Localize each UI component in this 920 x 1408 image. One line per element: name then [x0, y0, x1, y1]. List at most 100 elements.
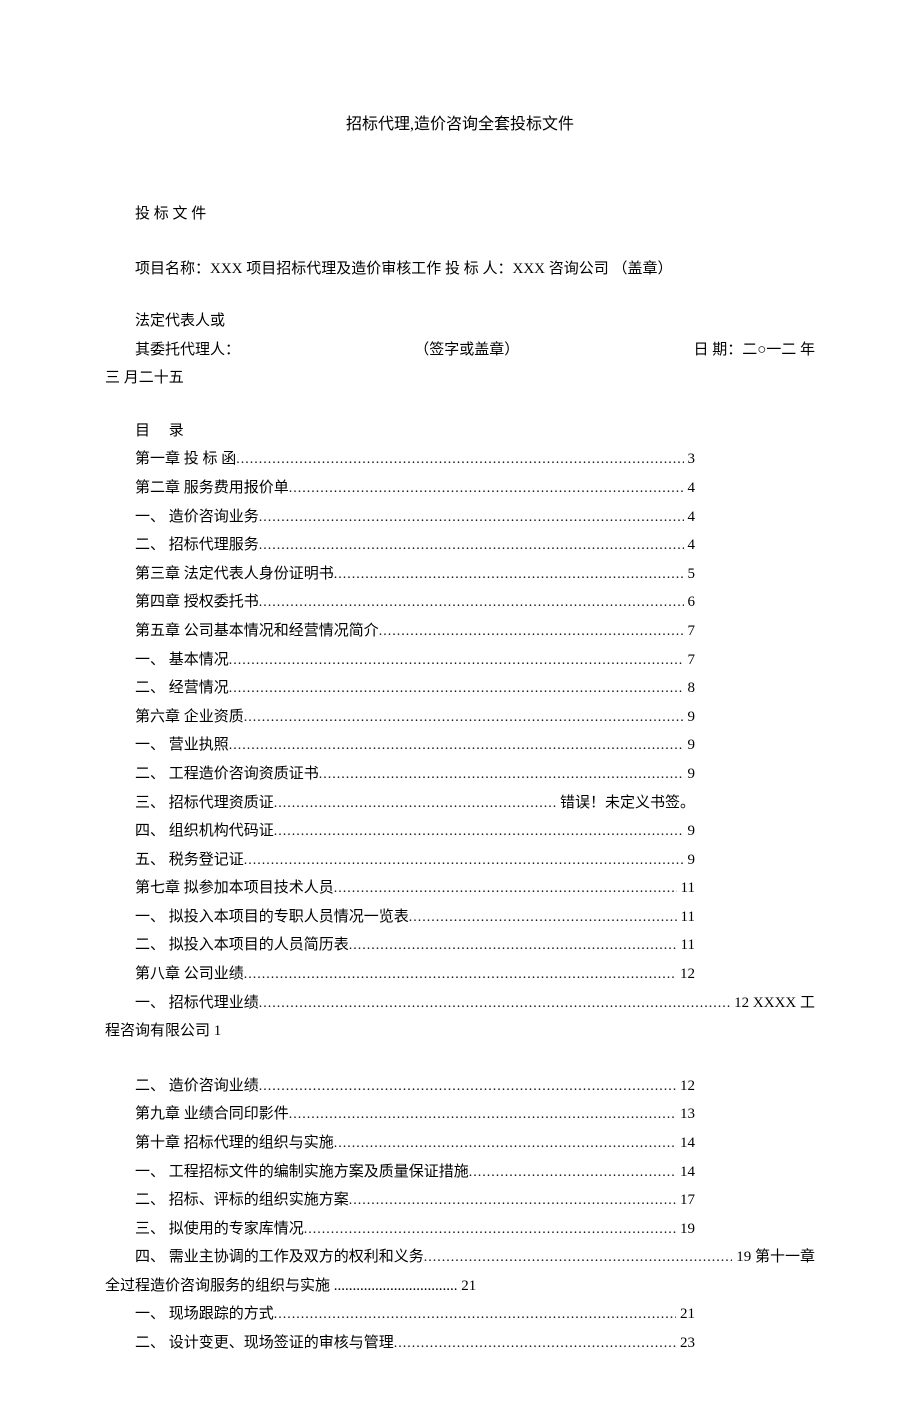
toc-label: 二、 招标代理服务 — [135, 531, 259, 560]
toc-entry: 五、 税务登记证 9 — [105, 846, 815, 875]
toc-line: 二、 招标代理服务 4 — [105, 531, 695, 560]
toc-entry: 第十章 招标代理的组织与实施 14 — [105, 1129, 815, 1158]
toc-leader-dots — [334, 1131, 676, 1158]
toc-leader-dots — [334, 876, 677, 903]
toc-leader-dots — [289, 476, 684, 503]
toc-entry: 第一章 投 标 函 3 — [105, 445, 815, 474]
toc-label: 第二章 服务费用报价单 — [135, 474, 289, 503]
toc-label: 第三章 法定代表人身份证明书 — [135, 560, 334, 589]
toc-page-number: 4 — [684, 503, 696, 532]
toc-page-number: 9 — [684, 846, 696, 875]
toc-leader-dots — [349, 1188, 676, 1215]
toc-entry: 第九章 业绩合同印影件 13 — [105, 1100, 815, 1129]
toc-leader-dots — [244, 848, 684, 875]
toc-line: 第三章 法定代表人身份证明书 5 — [105, 560, 695, 589]
toc-label: 五、 税务登记证 — [135, 846, 244, 875]
toc-leader-dots — [409, 905, 677, 932]
toc-label: 二、 工程造价咨询资质证书 — [135, 760, 319, 789]
toc-page-number: 11 — [677, 874, 695, 903]
toc-leader-dots — [394, 1331, 676, 1358]
toc-line: 一、 营业执照 9 — [105, 731, 695, 760]
toc-leader-dots — [259, 590, 684, 617]
toc-label: 第九章 业绩合同印影件 — [135, 1100, 289, 1129]
toc-page-number: 9 — [684, 703, 696, 732]
toc-page-number: 12 — [676, 960, 695, 989]
toc-leader-dots — [259, 505, 684, 532]
toc-entry: 第五章 公司基本情况和经营情况简介 7 — [105, 617, 815, 646]
toc-line: 第七章 拟参加本项目技术人员 11 — [105, 874, 695, 903]
toc-label: 第一章 投 标 函 — [135, 445, 236, 474]
toc-page-number: 19 — [676, 1215, 695, 1244]
toc-page-number: 5 — [684, 560, 696, 589]
toc-entry: 二、 设计变更、现场签证的审核与管理 23 — [105, 1329, 815, 1358]
legal-rep-line1: 法定代表人或 — [105, 307, 815, 336]
toc-leader-dots — [289, 1102, 676, 1129]
toc-leader-dots — [274, 819, 684, 846]
toc-line: 一、 工程招标文件的编制实施方案及质量保证措施 14 — [105, 1158, 695, 1187]
toc-line: 一、 造价咨询业务 4 — [105, 503, 695, 532]
toc-line: 二、 经营情况 8 — [105, 674, 695, 703]
toc-entry: 二、 造价咨询业绩 12 — [105, 1072, 815, 1101]
toc-line: 一、 招标代理业绩 12 XXXX 工 — [105, 989, 815, 1018]
toc-label: 第七章 拟参加本项目技术人员 — [135, 874, 334, 903]
toc-page-number: 9 — [684, 817, 696, 846]
toc-page-number: 9 — [684, 760, 696, 789]
toc-line: 第四章 授权委托书 6 — [105, 588, 695, 617]
toc-label: 一、 拟投入本项目的专职人员情况一览表 — [135, 903, 409, 932]
toc-line: 三、 拟使用的专家库情况 19 — [105, 1215, 695, 1244]
toc-label: 三、 拟使用的专家库情况 — [135, 1215, 304, 1244]
toc-label: 二、 招标、评标的组织实施方案 — [135, 1186, 349, 1215]
toc-line: 四、 需业主协调的工作及双方的权利和义务 19 第十一章 — [105, 1243, 815, 1272]
toc-line: 第八章 公司业绩 12 — [105, 960, 695, 989]
toc-leader-dots — [229, 648, 684, 675]
toc-page-number: 21 — [676, 1300, 695, 1329]
toc-line: 第一章 投 标 函 3 — [105, 445, 695, 474]
toc-leader-dots — [469, 1160, 676, 1187]
toc-leader-dots — [229, 733, 684, 760]
toc-entry: 四、 组织机构代码证 9 — [105, 817, 815, 846]
toc-entry: 一、 营业执照 9 — [105, 731, 815, 760]
toc-page-number: 9 — [684, 731, 696, 760]
toc-line: 第五章 公司基本情况和经营情况简介 7 — [105, 617, 695, 646]
subtitle: 投 标 文 件 — [105, 200, 815, 229]
toc-entry: 四、 需业主协调的工作及双方的权利和义务 19 第十一章全过程造价咨询服务的组织… — [105, 1243, 815, 1300]
toc-line: 一、 基本情况 7 — [105, 646, 695, 675]
toc-label: 第六章 企业资质 — [135, 703, 244, 732]
toc-entry: 第六章 企业资质 9 — [105, 703, 815, 732]
toc-leader-dots — [259, 991, 730, 1018]
toc-leader-dots — [274, 1302, 676, 1329]
toc-leader-dots — [379, 619, 684, 646]
toc-line: 第十章 招标代理的组织与实施 14 — [105, 1129, 695, 1158]
toc-entry: 第八章 公司业绩 12 — [105, 960, 815, 989]
toc-label: 一、 工程招标文件的编制实施方案及质量保证措施 — [135, 1158, 469, 1187]
toc-page-number: 3 — [684, 445, 696, 474]
toc-page-number: 19 第十一章 — [732, 1243, 815, 1272]
toc-line: 五、 税务登记证 9 — [105, 846, 695, 875]
legal-rep-line3: 三 月二十五 — [105, 364, 815, 393]
toc-page-number: 14 — [676, 1129, 695, 1158]
toc-entry: 一、 现场跟踪的方式 21 — [105, 1300, 815, 1329]
toc-label: 二、 造价咨询业绩 — [135, 1072, 259, 1101]
toc-page-number: 12 — [676, 1072, 695, 1101]
toc-label: 二、 设计变更、现场签证的审核与管理 — [135, 1329, 394, 1358]
toc-page-number: 错误！未定义书签。 — [556, 789, 695, 818]
toc-entry: 第七章 拟参加本项目技术人员 11 — [105, 874, 815, 903]
legal-rep-line2: 其委托代理人： （签字或盖章） 日 期：二○一二 年 — [105, 336, 815, 365]
toc-label: 第八章 公司业绩 — [135, 960, 244, 989]
toc-appended-text: 程咨询有限公司 1 — [105, 1017, 815, 1046]
toc-line: 四、 组织机构代码证 9 — [105, 817, 695, 846]
legal-rep-agent: 其委托代理人： — [105, 336, 240, 365]
toc-entry: 一、 基本情况 7 — [105, 646, 815, 675]
toc-label: 第四章 授权委托书 — [135, 588, 259, 617]
toc-label: 二、 经营情况 — [135, 674, 229, 703]
toc-entry: 一、 拟投入本项目的专职人员情况一览表 11 — [105, 903, 815, 932]
toc-line: 二、 工程造价咨询资质证书 9 — [105, 760, 695, 789]
toc-entry: 三、 拟使用的专家库情况 19 — [105, 1215, 815, 1244]
toc-page-number: 23 — [676, 1329, 695, 1358]
toc-entry: 二、 工程造价咨询资质证书 9 — [105, 760, 815, 789]
toc-line: 第九章 业绩合同印影件 13 — [105, 1100, 695, 1129]
toc-leader-dots — [349, 933, 677, 960]
toc-page-number: 8 — [684, 674, 696, 703]
toc-block: 第一章 投 标 函 3第二章 服务费用报价单 4一、 造价咨询业务 4二、 招标… — [105, 445, 815, 1045]
toc-leader-dots — [304, 1217, 676, 1244]
